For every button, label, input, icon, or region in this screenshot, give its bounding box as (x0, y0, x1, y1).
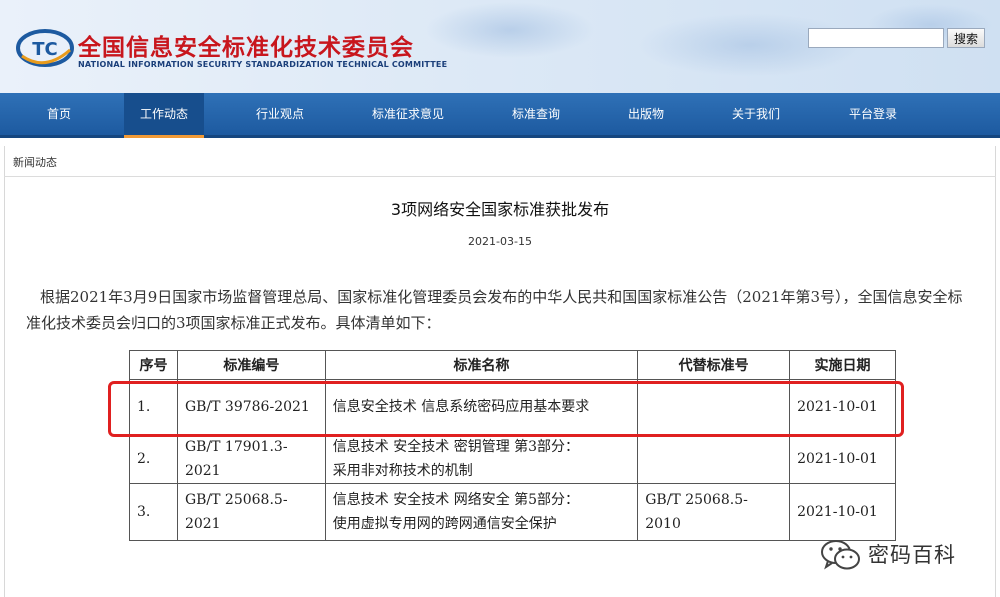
header-replaces: 代替标准号 (637, 350, 791, 380)
header-code: 标准编号 (176, 350, 326, 380)
breadcrumb-divider (4, 176, 996, 177)
nav-item-work-news[interactable]: 工作动态 (124, 93, 204, 138)
nav-item-publications[interactable]: 出版物 (610, 93, 682, 135)
nav-item-about-us[interactable]: 关于我们 (716, 93, 796, 135)
table-row: 2. GB/T 17901.3-2021 信息技术 安全技术 密钥管理 第3部分… (129, 434, 896, 484)
main-nav: 首页 工作动态 行业观点 标准征求意见 标准查询 出版物 关于我们 平台登录 (0, 93, 1000, 138)
table-row: 3. GB/T 25068.5-2021 信息技术 安全技术 网络安全 第5部分… (129, 483, 896, 541)
header-banner: TC 全国信息安全标准化技术委员会 NATIONAL INFORMATION S… (0, 0, 1000, 93)
wechat-icon (821, 540, 860, 570)
watermark-text: 密码百科 (868, 543, 956, 567)
cell-name-line1: 信息安全技术 信息系统密码应用基本要求 (332, 399, 590, 415)
cell-name-line2: 采用非对称技术的机制 (332, 463, 473, 479)
cell-code: GB/T 39786-2021 (176, 379, 326, 435)
breadcrumb[interactable]: 新闻动态 (13, 154, 57, 170)
cell-name-line1: 信息技术 安全技术 网络安全 第5部分： (332, 492, 580, 508)
nav-item-draft-comments[interactable]: 标准征求意见 (354, 93, 462, 135)
cell-date: 2021-10-01 (789, 379, 896, 435)
cell-no: 1. (129, 379, 178, 435)
logo-abbr: TC (32, 39, 58, 60)
cell-code: GB/T 17901.3-2021 (176, 434, 326, 484)
table-header-row: 序号 标准编号 标准名称 代替标准号 实施日期 (129, 350, 896, 380)
nav-item-industry-views[interactable]: 行业观点 (236, 93, 324, 135)
cell-date: 2021-10-01 (789, 483, 896, 541)
standards-table: 序号 标准编号 标准名称 代替标准号 实施日期 1. GB/T 39786-20… (129, 350, 896, 541)
cell-name-line1: 信息技术 安全技术 密钥管理 第3部分： (332, 439, 580, 455)
search-input[interactable] (808, 28, 944, 48)
article-title: 3项网络安全国家标准获批发布 (390, 200, 610, 219)
cell-no: 2. (129, 434, 178, 484)
cell-name: 信息安全技术 信息系统密码应用基本要求 (324, 379, 639, 435)
table-row: 1. GB/T 39786-2021 信息安全技术 信息系统密码应用基本要求 2… (129, 379, 896, 435)
cell-code: GB/T 25068.5-2021 (176, 483, 326, 541)
cell-name: 信息技术 安全技术 网络安全 第5部分： 使用虚拟专用网的跨网通信安全保护 (324, 483, 639, 541)
site-subtitle: NATIONAL INFORMATION SECURITY STANDARDIZ… (78, 60, 448, 69)
tc-logo-icon[interactable]: TC (16, 28, 74, 68)
nav-item-home[interactable]: 首页 (0, 93, 118, 135)
cell-replaces: GB/T 25068.5-2010 (637, 483, 791, 541)
cell-name-line2: 使用虚拟专用网的跨网通信安全保护 (332, 516, 557, 532)
header-name: 标准名称 (324, 350, 639, 380)
cell-name: 信息技术 安全技术 密钥管理 第3部分： 采用非对称技术的机制 (324, 434, 639, 484)
cell-replaces (637, 434, 791, 484)
cell-replaces (637, 379, 791, 435)
search-button[interactable]: 搜索 (947, 28, 985, 48)
nav-item-platform-login[interactable]: 平台登录 (832, 93, 914, 135)
header-no: 序号 (129, 350, 178, 380)
nav-item-standard-search[interactable]: 标准查询 (494, 93, 578, 135)
cell-no: 3. (129, 483, 178, 541)
site-title[interactable]: 全国信息安全标准化技术委员会 (78, 28, 414, 62)
article-date: 2021-03-15 (468, 235, 532, 248)
header-date: 实施日期 (789, 350, 896, 380)
article-body: 根据2021年3月9日国家市场监督管理总局、国家标准化管理委员会发布的中华人民共… (26, 288, 963, 332)
cell-date: 2021-10-01 (789, 434, 896, 484)
